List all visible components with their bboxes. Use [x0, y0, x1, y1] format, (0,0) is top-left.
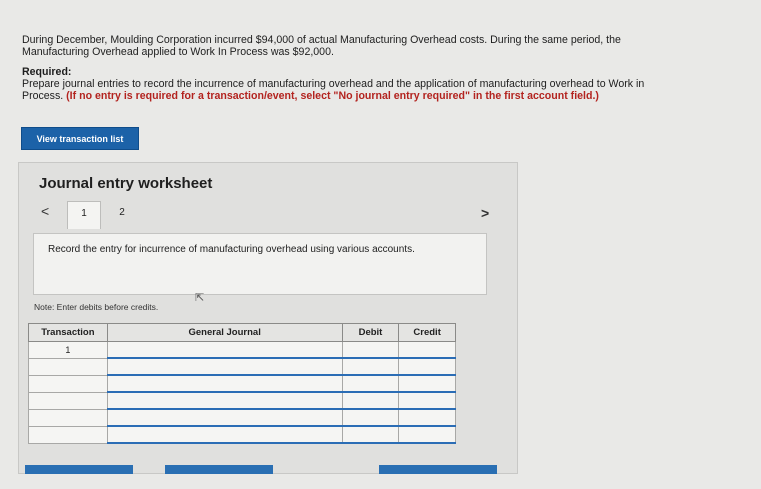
worksheet-title: Journal entry worksheet — [39, 175, 213, 192]
general-journal-input[interactable] — [106, 357, 343, 376]
required-line-1: Prepare journal entries to record the in… — [22, 78, 645, 90]
view-transaction-list-button[interactable]: View transaction list — [21, 127, 139, 150]
credit-input[interactable] — [398, 391, 456, 410]
general-journal-input[interactable] — [106, 341, 343, 359]
problem-statement: During December, Moulding Corporation in… — [22, 34, 722, 58]
general-journal-input[interactable] — [106, 391, 343, 410]
chevron-left-icon[interactable]: < — [41, 203, 49, 219]
transaction-cell — [28, 391, 108, 410]
debit-input[interactable] — [341, 357, 400, 376]
debit-input[interactable] — [341, 374, 400, 393]
table-header-row: Transaction General Journal Debit Credit — [28, 323, 456, 342]
credit-input[interactable] — [398, 341, 456, 359]
required-line-2-text: Process. — [22, 90, 67, 102]
header-general-journal: General Journal — [106, 323, 343, 342]
general-journal-input[interactable] — [106, 408, 343, 427]
credit-input[interactable] — [398, 374, 456, 393]
table-row — [28, 425, 456, 444]
credit-input[interactable] — [398, 408, 456, 427]
transaction-cell — [28, 374, 108, 393]
transaction-cell — [28, 408, 108, 427]
header-transaction: Transaction — [28, 323, 108, 342]
instruction-box: Record the entry for incurrence of manuf… — [33, 233, 487, 295]
transaction-cell — [28, 425, 108, 444]
header-debit: Debit — [341, 323, 400, 342]
note-text: Note: Enter debits before credits. — [34, 302, 159, 312]
header-credit: Credit — [398, 323, 456, 342]
credit-input[interactable] — [398, 357, 456, 376]
table-row — [28, 391, 456, 410]
tab-2[interactable]: 2 — [105, 201, 139, 229]
table-row: 1 — [28, 341, 456, 359]
general-journal-input[interactable] — [106, 425, 343, 444]
problem-line-1: During December, Moulding Corporation in… — [22, 34, 621, 46]
table-row — [28, 374, 456, 393]
problem-line-2: Manufacturing Overhead applied to Work I… — [22, 46, 334, 58]
required-warning: (If no entry is required for a transacti… — [66, 90, 599, 102]
table-row — [28, 357, 456, 376]
tab-1[interactable]: 1 — [67, 201, 101, 229]
debit-input[interactable] — [341, 425, 400, 444]
transaction-cell: 1 — [28, 341, 108, 359]
debit-input[interactable] — [341, 391, 400, 410]
credit-input[interactable] — [398, 425, 456, 444]
table-row — [28, 408, 456, 427]
debit-input[interactable] — [341, 341, 400, 359]
general-journal-input[interactable] — [106, 374, 343, 393]
required-line-2: Process. (If no entry is required for a … — [22, 90, 742, 102]
required-section: Required: Prepare journal entries to rec… — [22, 66, 742, 102]
mouse-cursor-icon: ⇱ — [195, 292, 205, 304]
chevron-right-icon[interactable]: > — [481, 205, 489, 221]
transaction-cell — [28, 357, 108, 376]
clear-entry-button[interactable] — [165, 465, 273, 474]
required-heading: Required: — [22, 66, 72, 78]
record-entry-button[interactable] — [25, 465, 133, 474]
debit-input[interactable] — [341, 408, 400, 427]
journal-entry-worksheet: Journal entry worksheet < 1 2 > Record t… — [18, 162, 518, 474]
journal-table: Transaction General Journal Debit Credit… — [28, 323, 456, 444]
view-general-journal-button[interactable] — [379, 465, 497, 474]
instruction-text: Record the entry for incurrence of manuf… — [48, 244, 415, 255]
